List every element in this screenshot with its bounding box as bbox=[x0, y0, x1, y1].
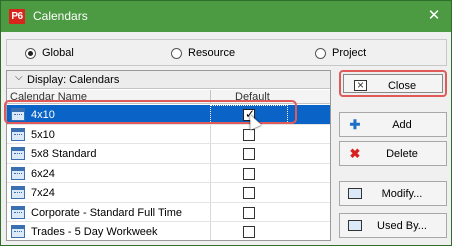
scope-radio-group: Global Resource Project bbox=[6, 39, 447, 66]
chevron-down-icon[interactable]: ⌵ bbox=[15, 72, 23, 83]
display-label: Display: Calendars bbox=[27, 74, 120, 86]
cell-separator bbox=[210, 222, 211, 240]
calendar-icon bbox=[11, 205, 25, 219]
radio-global[interactable]: Global bbox=[25, 47, 74, 59]
calendar-icon bbox=[11, 225, 25, 238]
column-separator[interactable] bbox=[210, 90, 211, 103]
window-close-icon[interactable]: ✕ bbox=[425, 7, 443, 25]
table-row[interactable]: 6x24 bbox=[7, 163, 330, 183]
radio-global-dot[interactable] bbox=[25, 47, 36, 59]
radio-resource[interactable]: Resource bbox=[171, 47, 235, 59]
grid-header: Calendar Name Default bbox=[7, 90, 330, 104]
calendar-name: 7x24 bbox=[31, 187, 55, 199]
table-row[interactable]: 5x8 Standard bbox=[7, 144, 330, 164]
calendar-name: 4x10 bbox=[31, 109, 55, 121]
close-button[interactable]: Close bbox=[339, 70, 447, 97]
window-title: Calendars bbox=[33, 9, 88, 23]
cell-separator bbox=[210, 144, 211, 163]
delete-x-icon: ✖ bbox=[349, 146, 361, 161]
radio-resource-label: Resource bbox=[188, 47, 236, 59]
cell-separator bbox=[210, 163, 211, 182]
radio-global-label: Global bbox=[42, 47, 74, 59]
calendar-icon bbox=[11, 166, 25, 180]
display-options-bar[interactable]: ⌵ Display: Calendars bbox=[7, 71, 330, 89]
calendar-icon bbox=[11, 186, 25, 199]
table-row[interactable]: Trades - 5 Day Workweek bbox=[7, 222, 330, 240]
modify-button[interactable]: Modify... bbox=[339, 181, 447, 206]
calendar-name: 6x24 bbox=[31, 167, 55, 180]
close-button-label: Close bbox=[387, 80, 417, 92]
close-button-face[interactable]: Close bbox=[343, 74, 443, 93]
cell-separator bbox=[210, 124, 211, 143]
calendar-icon bbox=[11, 127, 25, 141]
table-row[interactable]: 4x10 bbox=[7, 105, 330, 125]
calendar-icon bbox=[11, 147, 25, 160]
radio-project-dot[interactable] bbox=[315, 47, 326, 59]
calendar-name: Corporate - Standard Full Time bbox=[31, 206, 183, 219]
calendar-name: 5x8 Standard bbox=[31, 148, 97, 160]
calendar-rows: 4x10 5x10 5x8 Standard 6x24 bbox=[7, 105, 330, 240]
add-button[interactable]: ✚ Add bbox=[339, 112, 447, 137]
calendar-name: 5x10 bbox=[31, 128, 55, 141]
delete-button[interactable]: ✖ Delete bbox=[339, 141, 447, 166]
column-header-calendar-name[interactable]: Calendar Name bbox=[10, 91, 87, 103]
radio-project[interactable]: Project bbox=[315, 47, 366, 59]
monitor-icon bbox=[348, 220, 362, 231]
default-checkbox[interactable] bbox=[243, 187, 255, 199]
default-checkbox[interactable] bbox=[243, 167, 255, 180]
default-checkbox[interactable] bbox=[243, 128, 255, 141]
table-row[interactable]: Corporate - Standard Full Time bbox=[7, 202, 330, 222]
default-checkbox[interactable] bbox=[243, 226, 255, 238]
p6-logo: P6 bbox=[9, 9, 25, 24]
table-row[interactable]: 7x24 bbox=[7, 183, 330, 203]
default-checkbox[interactable] bbox=[243, 206, 255, 219]
title-bar: P6 Calendars ✕ bbox=[1, 1, 451, 32]
column-header-default[interactable]: Default bbox=[235, 91, 270, 103]
table-row[interactable]: 5x10 bbox=[7, 124, 330, 144]
monitor-icon bbox=[348, 188, 362, 199]
calendars-dialog: P6 Calendars ✕ Global Resource Project ⌵… bbox=[0, 0, 452, 246]
calendar-icon bbox=[11, 108, 25, 121]
cell-separator bbox=[210, 183, 211, 202]
calendar-grid: ⌵ Display: Calendars Calendar Name Defau… bbox=[6, 70, 331, 241]
used-by-button[interactable]: Used By... bbox=[339, 213, 447, 238]
calendar-name: Trades - 5 Day Workweek bbox=[31, 226, 158, 238]
plus-icon: ✚ bbox=[349, 117, 361, 132]
default-checkbox[interactable] bbox=[243, 148, 255, 160]
radio-resource-dot[interactable] bbox=[171, 47, 182, 59]
cell-separator bbox=[210, 202, 211, 221]
radio-project-label: Project bbox=[332, 47, 367, 59]
